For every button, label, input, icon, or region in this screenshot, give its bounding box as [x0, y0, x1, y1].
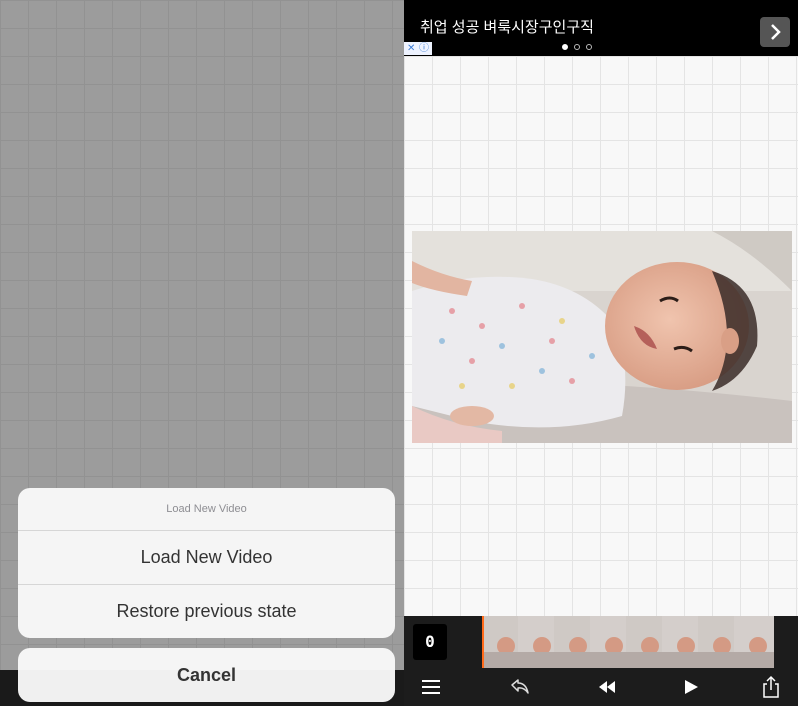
bottom-toolbar [404, 668, 798, 706]
left-screen: Load New Video Load New Video Restore pr… [0, 0, 404, 706]
right-screen: 취업 성공 벼룩시장구인구직 ✕ ⓘ 0 [404, 0, 798, 706]
ad-title[interactable]: 취업 성공 벼룩시장구인구직 [420, 16, 594, 37]
ad-page-dot [574, 44, 580, 50]
ad-page-dots [562, 44, 592, 50]
share-icon [763, 675, 779, 698]
baby-photo-image [412, 231, 792, 443]
baby-photo [412, 231, 792, 443]
ad-next-button[interactable] [760, 17, 790, 47]
ad-page-dot [562, 44, 568, 50]
cancel-button[interactable]: Cancel [18, 648, 395, 702]
ad-info-icon[interactable]: ⓘ [419, 42, 429, 55]
ad-page-dot [586, 44, 592, 50]
action-sheet-title: Load New Video [18, 488, 395, 531]
drawing-canvas[interactable] [404, 56, 798, 616]
rewind-button[interactable] [592, 672, 622, 702]
play-icon [685, 680, 698, 694]
action-sheet: Load New Video Load New Video Restore pr… [18, 488, 395, 638]
share-button[interactable] [756, 672, 786, 702]
frame-counter[interactable]: 0 [413, 624, 447, 660]
editor-bottom-panel: 0 [404, 616, 798, 706]
ad-choices-badge[interactable]: ✕ ⓘ [404, 42, 432, 55]
undo-button[interactable] [504, 672, 534, 702]
timeline-thumbnails [482, 616, 774, 668]
cancel-sheet: Cancel [18, 648, 395, 702]
timeline-playhead[interactable] [482, 616, 484, 668]
restore-previous-state-button[interactable]: Restore previous state [18, 584, 395, 638]
ad-banner[interactable]: 취업 성공 벼룩시장구인구직 ✕ ⓘ [404, 0, 798, 56]
thumbnail-frames [482, 616, 774, 668]
ad-close-icon[interactable]: ✕ [407, 42, 415, 55]
chevron-right-icon [771, 24, 781, 40]
menu-icon [422, 680, 440, 694]
menu-button[interactable] [416, 672, 446, 702]
load-new-video-button[interactable]: Load New Video [18, 531, 395, 584]
timeline-strip[interactable] [482, 616, 774, 668]
rewind-icon [599, 681, 615, 693]
play-button[interactable] [676, 672, 706, 702]
undo-icon [511, 679, 529, 694]
